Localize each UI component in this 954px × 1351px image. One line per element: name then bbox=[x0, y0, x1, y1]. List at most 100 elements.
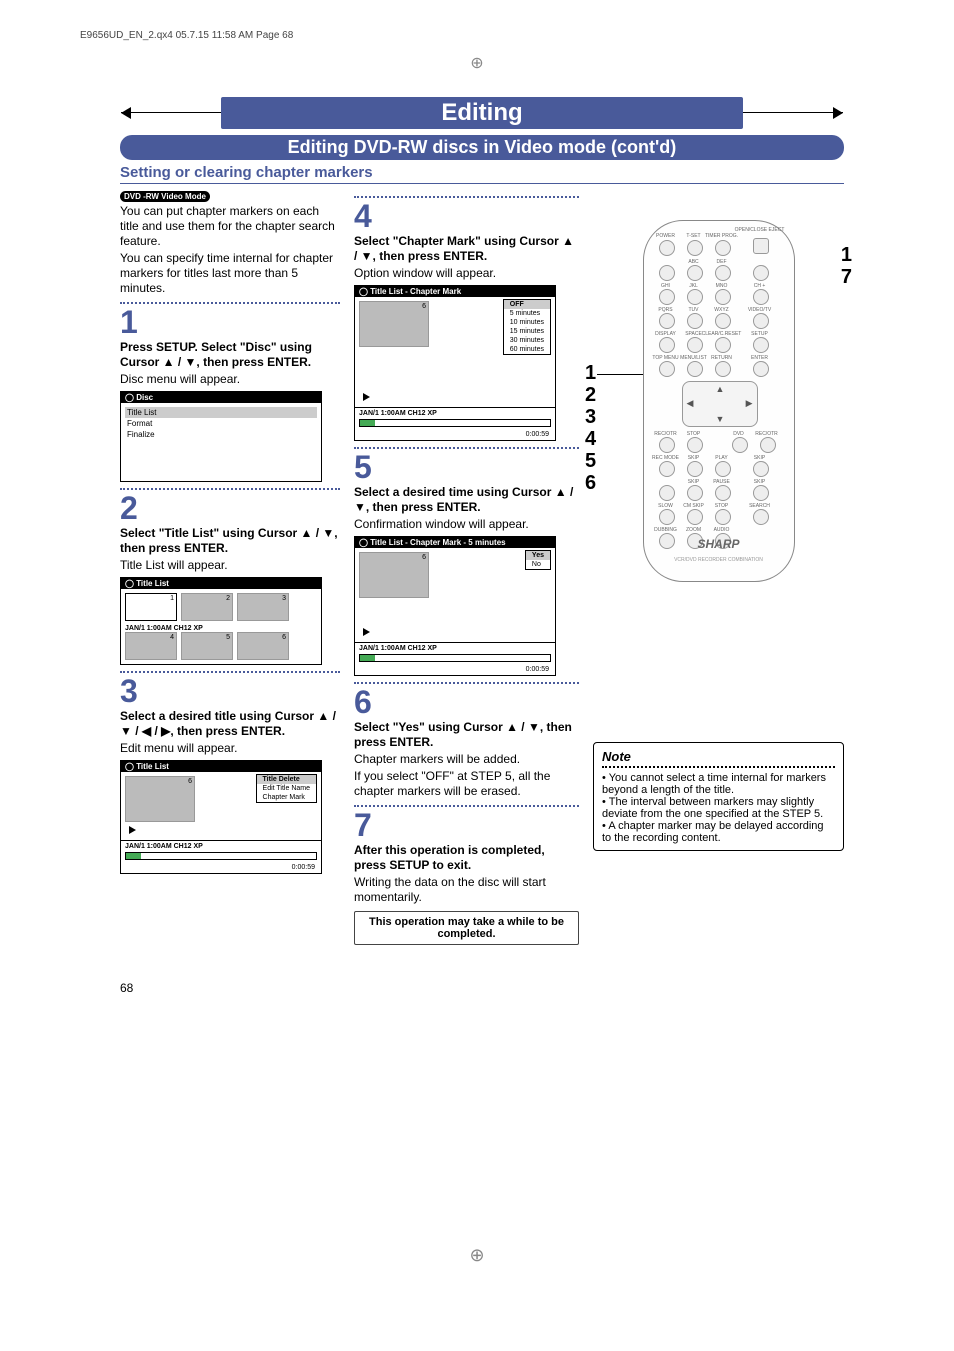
osd-5-time: 0:00:59 bbox=[355, 666, 555, 675]
remote-button-play[interactable] bbox=[715, 461, 731, 477]
step-1-osd: ◯ Disc Title List Format Finalize bbox=[120, 391, 322, 482]
crop-mark-bottom: ⊕ bbox=[469, 1245, 484, 1266]
edit-menu-item: Edit Title Name bbox=[257, 784, 316, 793]
section-heading: Setting or clearing chapter markers ↘ bbox=[120, 164, 844, 184]
remote-button-5[interactable] bbox=[687, 289, 703, 305]
remote-button-return[interactable] bbox=[715, 361, 731, 377]
remote-button-rec[interactable] bbox=[760, 437, 776, 453]
osd-4-footer: JAN/1 1:00AM CH12 XP bbox=[355, 407, 555, 417]
edit-menu-item: Title Delete bbox=[257, 775, 316, 784]
remote-button-pause[interactable] bbox=[715, 485, 731, 501]
remote-button-stop[interactable] bbox=[715, 509, 731, 525]
remote-button-0[interactable] bbox=[687, 337, 703, 353]
intro-text-2: You can specify time internal for chapte… bbox=[120, 251, 340, 296]
remote-button[interactable] bbox=[715, 240, 731, 256]
dpad-right-icon: ▶ bbox=[746, 398, 753, 409]
remote-button-search[interactable] bbox=[753, 509, 769, 525]
remote-button-8[interactable] bbox=[687, 313, 703, 329]
remote-button-9[interactable] bbox=[715, 313, 731, 329]
note-box: Note • You cannot select a time internal… bbox=[593, 742, 844, 851]
remote-btn-label: POWER bbox=[656, 233, 675, 239]
remote-btn-label: TIMER PROG. bbox=[705, 233, 738, 239]
remote-button-ch[interactable] bbox=[753, 265, 769, 281]
step-3-number: 3 bbox=[120, 675, 340, 707]
page-title: Editing bbox=[221, 97, 742, 129]
step-4-after: Option window will appear. bbox=[354, 266, 579, 281]
play-icon bbox=[129, 826, 136, 834]
thumb: 5 bbox=[181, 632, 233, 660]
remote-button-skip[interactable] bbox=[687, 461, 703, 477]
remote-button-skip-prev[interactable] bbox=[687, 485, 703, 501]
remote-button-stop[interactable] bbox=[687, 437, 703, 453]
remote-button[interactable] bbox=[687, 240, 703, 256]
chapter-option: OFF bbox=[504, 300, 550, 309]
remote-dpad[interactable]: ▲ ▼ ◀ ▶ bbox=[682, 381, 758, 427]
remote-button-2[interactable] bbox=[687, 265, 703, 281]
thumb: 6 bbox=[359, 552, 429, 598]
remote-model-sub: VCR/DVD RECORDER COMBINATION bbox=[644, 557, 794, 563]
remote-button-clear[interactable] bbox=[715, 337, 731, 353]
remote-callout-left: 2 bbox=[585, 384, 596, 407]
step-3-heading: Select a desired title using Cursor ▲ / … bbox=[120, 709, 340, 739]
step-1-heading: Press SETUP. Select "Disc" using Cursor … bbox=[120, 340, 340, 370]
osd-1-item: Format bbox=[125, 418, 317, 429]
remote-button-skip[interactable] bbox=[753, 461, 769, 477]
note-title: Note bbox=[602, 749, 835, 764]
remote-button-recmode[interactable] bbox=[659, 461, 675, 477]
osd-3-footer: JAN/1 1:00AM CH12 XP bbox=[121, 840, 321, 850]
remote-button-4[interactable] bbox=[659, 289, 675, 305]
remote-button-skip-next[interactable] bbox=[753, 485, 769, 501]
note-item: • You cannot select a time internal for … bbox=[602, 772, 835, 796]
step-7-after: Writing the data on the disc will start … bbox=[354, 875, 579, 905]
page-number: 68 bbox=[120, 981, 844, 995]
step-2-number: 2 bbox=[120, 492, 340, 524]
osd-5-footer: JAN/1 1:00AM CH12 XP bbox=[355, 642, 555, 652]
remote-button-dvd[interactable] bbox=[732, 437, 748, 453]
remote-callout-right: 1 bbox=[841, 244, 852, 267]
remote-button-1[interactable] bbox=[659, 265, 675, 281]
chapter-option: 10 minutes bbox=[504, 318, 550, 327]
osd-1-title: ◯ Disc bbox=[121, 392, 321, 403]
dpad-down-icon: ▼ bbox=[716, 414, 725, 424]
remote-button-display[interactable] bbox=[659, 337, 675, 353]
remote-btn-label: OPEN/CLOSE EJECT bbox=[735, 227, 785, 233]
thumb: 6 bbox=[359, 301, 429, 347]
step-1-after: Disc menu will appear. bbox=[120, 372, 340, 387]
chapter-option: 5 minutes bbox=[504, 309, 550, 318]
play-icon bbox=[363, 393, 370, 401]
remote-callout-left: 5 bbox=[585, 450, 596, 473]
step-5-osd: ◯ Title List - Chapter Mark - 5 minutes … bbox=[354, 536, 556, 676]
step-2-osd: ◯ Title List 1 2 3 JAN/1 1:00AM CH12 XP … bbox=[120, 577, 322, 665]
remote-button-3[interactable] bbox=[715, 265, 731, 281]
step-6-heading: Select "Yes" using Cursor ▲ / ▼, then pr… bbox=[354, 720, 579, 750]
remote-brand: SHARP bbox=[644, 537, 794, 551]
remote-button-eject[interactable] bbox=[753, 238, 769, 254]
remote-button-recmonitor[interactable] bbox=[659, 485, 675, 501]
print-header: E9656UD_EN_2.qx4 05.7.15 11:58 AM Page 6… bbox=[0, 0, 954, 51]
remote-button-topmenu[interactable] bbox=[659, 361, 675, 377]
intro-text-1: You can put chapter markers on each titl… bbox=[120, 204, 340, 249]
remote-callout-left: 3 bbox=[585, 406, 596, 429]
osd-5-title: ◯ Title List - Chapter Mark - 5 minutes bbox=[355, 537, 555, 548]
remote-button-enter[interactable] bbox=[753, 361, 769, 377]
remote-button-6[interactable] bbox=[715, 289, 731, 305]
remote-button-cmskip[interactable] bbox=[687, 509, 703, 525]
remote-button-menulist[interactable] bbox=[687, 361, 703, 377]
step-6-number: 6 bbox=[354, 686, 579, 718]
remote-button-ch[interactable] bbox=[753, 289, 769, 305]
remote-callout-left: 1 bbox=[585, 362, 596, 385]
step-6-after1: Chapter markers will be added. bbox=[354, 752, 579, 767]
remote-diagram: POWER T-SET TIMER PROG. OPEN/CLOSE EJECT… bbox=[643, 220, 795, 582]
step-2-after: Title List will appear. bbox=[120, 558, 340, 573]
remote-button[interactable] bbox=[659, 240, 675, 256]
remote-button-setup[interactable] bbox=[753, 337, 769, 353]
edit-menu-item: Chapter Mark bbox=[257, 793, 316, 802]
remote-button-videotv[interactable] bbox=[753, 313, 769, 329]
remote-button-rec[interactable] bbox=[659, 437, 675, 453]
step-5-heading: Select a desired time using Cursor ▲ / ▼… bbox=[354, 485, 579, 515]
progress-bar bbox=[359, 654, 551, 662]
chapter-option: 60 minutes bbox=[504, 345, 550, 354]
step-4-heading: Select "Chapter Mark" using Cursor ▲ / ▼… bbox=[354, 234, 579, 264]
remote-button-7[interactable] bbox=[659, 313, 675, 329]
remote-button-slow[interactable] bbox=[659, 509, 675, 525]
